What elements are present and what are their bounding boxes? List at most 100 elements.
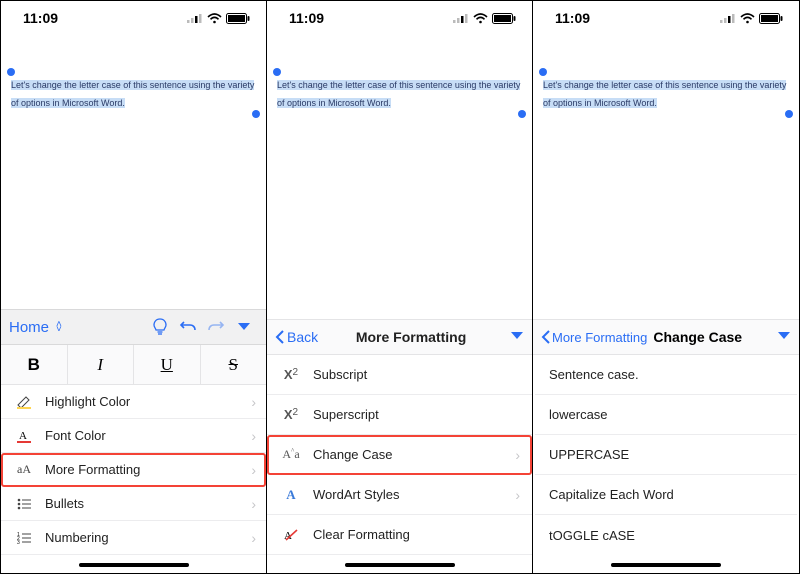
sheet-header: More Formatting Change Case <box>533 319 799 355</box>
clear-formatting-icon: A <box>279 528 303 542</box>
svg-text:A: A <box>19 430 27 442</box>
row-change-case[interactable]: A^a Change Case › <box>267 435 532 475</box>
wifi-icon <box>473 13 488 24</box>
row-label: Clear Formatting <box>313 527 410 542</box>
chevron-right-icon: › <box>515 487 520 503</box>
chevron-right-icon: › <box>251 530 256 546</box>
option-label: tOGGLE cASE <box>549 528 635 543</box>
status-time: 11:09 <box>289 10 324 26</box>
strikethrough-button[interactable]: S <box>201 345 267 384</box>
selected-text[interactable]: Let's change the letter case of this sen… <box>11 80 254 108</box>
italic-button[interactable]: I <box>68 345 135 384</box>
row-subscript[interactable]: X2 Subscript <box>267 355 532 395</box>
back-label: Back <box>287 329 318 345</box>
back-button[interactable]: Back <box>275 329 318 345</box>
numbering-icon: 123 <box>13 532 35 544</box>
more-formatting-sheet: Back More Formatting X2 Subscript X2 Sup… <box>267 319 532 573</box>
panel-change-case: 11:09 Let's change the letter case of th… <box>533 1 799 573</box>
option-toggle-case[interactable]: tOGGLE cASE <box>535 515 797 555</box>
wordart-icon: A <box>279 487 303 503</box>
collapse-sheet-button[interactable] <box>771 328 791 346</box>
selected-text[interactable]: Let's change the letter case of this sen… <box>543 80 786 108</box>
selection-handle-start[interactable] <box>7 68 15 76</box>
status-bar: 11:09 <box>1 1 266 35</box>
row-clear-formatting[interactable]: A Clear Formatting <box>267 515 532 555</box>
status-bar: 11:09 <box>267 1 532 35</box>
option-sentence-case[interactable]: Sentence case. <box>535 355 797 395</box>
redo-button[interactable] <box>202 319 230 335</box>
menu-font-color[interactable]: A Font Color › <box>1 419 266 453</box>
home-indicator[interactable] <box>611 563 721 567</box>
collapse-sheet-button[interactable] <box>504 328 524 346</box>
home-indicator[interactable] <box>345 563 455 567</box>
document-area[interactable]: Let's change the letter case of this sen… <box>533 35 799 111</box>
font-color-icon: A <box>13 429 35 443</box>
status-bar: 11:09 <box>533 1 799 35</box>
chevron-left-icon <box>275 330 284 344</box>
battery-icon <box>226 13 250 24</box>
menu-label: Highlight Color <box>45 394 130 409</box>
selection-handle-start[interactable] <box>539 68 547 76</box>
menu-numbering[interactable]: 123 Numbering › <box>1 521 266 555</box>
document-area[interactable]: Let's change the letter case of this sen… <box>267 35 532 111</box>
selected-text[interactable]: Let's change the letter case of this sen… <box>277 80 520 108</box>
menu-label: Bullets <box>45 496 84 511</box>
cellular-icon <box>453 13 469 23</box>
wifi-icon <box>740 13 755 24</box>
ribbon-tab-selector[interactable]: Home ˄˅ <box>9 319 62 336</box>
menu-more-formatting[interactable]: aA More Formatting › <box>1 453 266 487</box>
panel-more-formatting: 11:09 Let's change the letter case of th… <box>267 1 533 573</box>
collapse-ribbon-button[interactable] <box>230 322 258 332</box>
case-options-group: Sentence case. lowercase UPPERCASE Capit… <box>535 355 797 555</box>
document-area[interactable]: Let's change the letter case of this sen… <box>1 35 266 111</box>
option-lowercase[interactable]: lowercase <box>535 395 797 435</box>
home-indicator[interactable] <box>79 563 189 567</box>
wifi-icon <box>207 13 222 24</box>
status-time: 11:09 <box>23 10 58 26</box>
chevron-right-icon: › <box>251 428 256 444</box>
undo-button[interactable] <box>174 319 202 335</box>
subscript-icon: X2 <box>279 367 303 382</box>
highlight-icon <box>13 395 35 409</box>
option-label: UPPERCASE <box>549 447 629 462</box>
sheet-header: Back More Formatting <box>267 319 532 355</box>
selection-handle-start[interactable] <box>273 68 281 76</box>
change-case-icon: A^a <box>279 447 303 462</box>
menu-bullets[interactable]: Bullets › <box>1 487 266 521</box>
ribbon-header: Home ˄˅ <box>1 309 266 345</box>
cellular-icon <box>720 13 736 23</box>
change-case-sheet: More Formatting Change Case Sentence cas… <box>533 319 799 573</box>
menu-highlight-color[interactable]: Highlight Color › <box>1 385 266 419</box>
sheet-title: More Formatting <box>318 329 504 345</box>
bold-button[interactable]: B <box>1 345 68 384</box>
row-label: WordArt Styles <box>313 487 399 502</box>
option-label: Capitalize Each Word <box>549 487 674 502</box>
chevron-right-icon: › <box>251 394 256 410</box>
back-label: More Formatting <box>552 330 647 345</box>
selection-handle-end[interactable] <box>518 110 526 118</box>
row-label: Change Case <box>313 447 393 462</box>
chevron-right-icon: › <box>515 447 520 463</box>
superscript-icon: X2 <box>279 407 303 422</box>
sheet-title: Change Case <box>653 329 742 345</box>
lightbulb-button[interactable] <box>146 318 174 336</box>
format-buttons-row: B I U S <box>1 345 266 385</box>
selection-handle-end[interactable] <box>785 110 793 118</box>
battery-icon <box>759 13 783 24</box>
row-wordart[interactable]: A WordArt Styles › <box>267 475 532 515</box>
option-capitalize-each-word[interactable]: Capitalize Each Word <box>535 475 797 515</box>
status-time: 11:09 <box>555 10 590 26</box>
chevron-right-icon: › <box>251 496 256 512</box>
row-superscript[interactable]: X2 Superscript <box>267 395 532 435</box>
menu-label: More Formatting <box>45 462 140 477</box>
battery-icon <box>492 13 516 24</box>
option-uppercase[interactable]: UPPERCASE <box>535 435 797 475</box>
row-label: Superscript <box>313 407 379 422</box>
chevron-updown-icon: ˄˅ <box>56 322 62 332</box>
chevron-left-icon <box>541 330 550 344</box>
chevron-right-icon: › <box>251 462 256 478</box>
selection-handle-end[interactable] <box>252 110 260 118</box>
back-button[interactable]: More Formatting <box>541 330 647 345</box>
cellular-icon <box>187 13 203 23</box>
underline-button[interactable]: U <box>134 345 201 384</box>
